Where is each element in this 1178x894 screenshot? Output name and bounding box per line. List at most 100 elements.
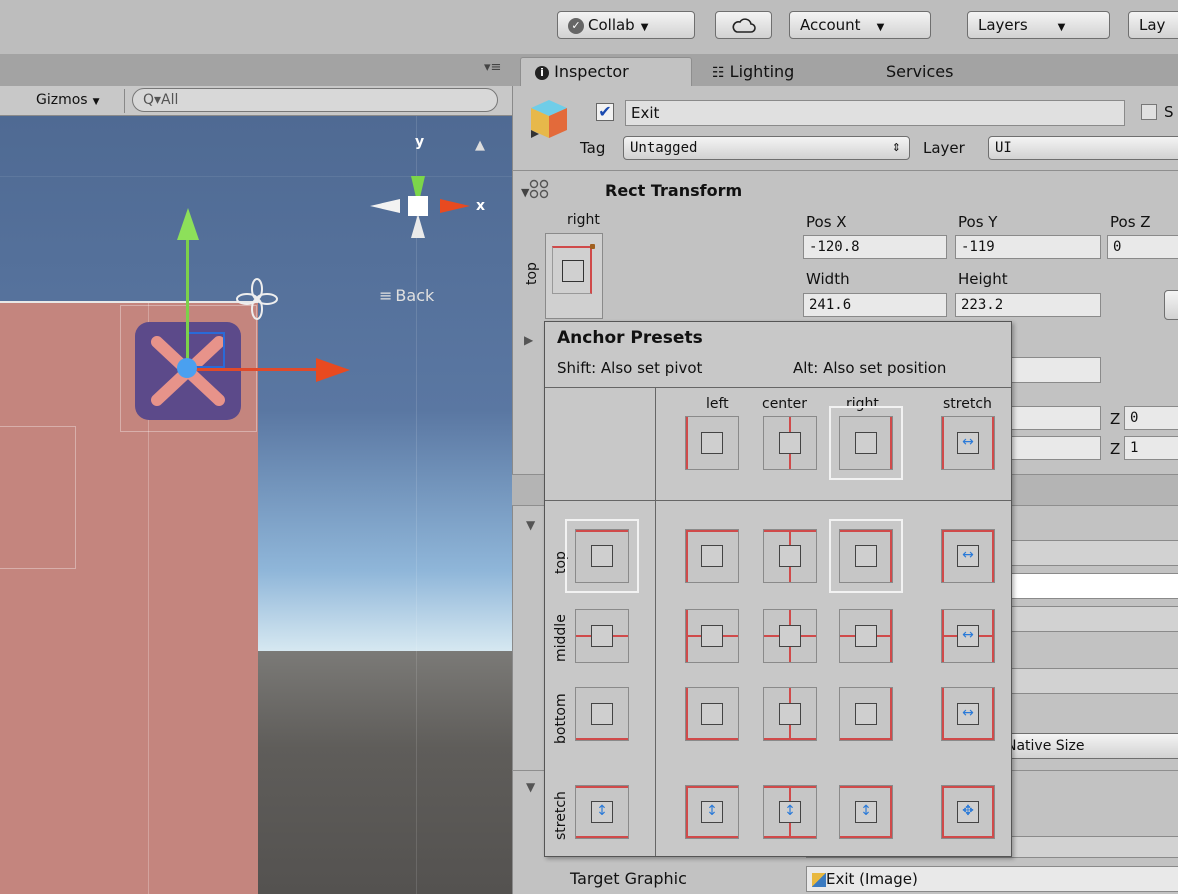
- gizmo-y-arrow-icon[interactable]: [175, 208, 201, 240]
- anchor-line: [992, 530, 994, 582]
- hidden-field[interactable]: [1005, 540, 1178, 566]
- anchor-line: [992, 688, 994, 740]
- pos-z-field[interactable]: 0: [1107, 235, 1178, 259]
- pos-z-label: Pos Z: [1110, 213, 1151, 231]
- anchor-preset-none-stretch[interactable]: ↔: [941, 416, 995, 470]
- target-graphic-field[interactable]: Exit (Image): [806, 866, 1178, 892]
- layer-dropdown[interactable]: UI: [988, 136, 1178, 160]
- popup-divider: [545, 500, 1011, 501]
- anchor-preset-none-right[interactable]: [829, 406, 903, 480]
- hint-pivot: Shift: Also set pivot: [557, 359, 703, 377]
- anchor-presets-popup: Anchor Presets Shift: Also set pivot Alt…: [544, 321, 1012, 857]
- layers-label: Layers: [978, 16, 1028, 34]
- anchor-preset-middle-right[interactable]: [839, 609, 893, 663]
- foldout-arrow-icon[interactable]: ▼: [526, 518, 535, 532]
- anchor-preset-middle-none[interactable]: [575, 609, 629, 663]
- anchor-line: [942, 786, 944, 838]
- scene-search-input[interactable]: Q▾All: [132, 88, 498, 112]
- anchor-preset-stretch-none[interactable]: ↕: [575, 785, 629, 839]
- anchor-rect: [855, 703, 877, 725]
- anchor-rect: [855, 432, 877, 454]
- section-divider: [512, 170, 1178, 171]
- anchor-preset-middle-left[interactable]: [685, 609, 739, 663]
- hidden-field[interactable]: [1005, 606, 1178, 632]
- row-header-top: top: [553, 551, 569, 574]
- anchor-preset-top-center[interactable]: [763, 529, 817, 583]
- hidden-field[interactable]: [1005, 406, 1101, 430]
- tab-lighting[interactable]: ☷ Lighting: [712, 58, 794, 86]
- anchor-preset-none-center[interactable]: [763, 416, 817, 470]
- gizmo-y-axis[interactable]: [186, 236, 189, 366]
- tag-dropdown[interactable]: Untagged ⇕: [623, 136, 910, 160]
- anchor-line: [942, 688, 944, 740]
- hidden-field[interactable]: [1005, 436, 1101, 460]
- toolbar-divider: [124, 89, 125, 113]
- rect-transform-icon: [529, 179, 549, 199]
- foldout-arrow-icon[interactable]: ▼: [526, 780, 535, 794]
- col-header-stretch: stretch: [943, 396, 992, 412]
- back-view-toggle[interactable]: ≡ Back: [379, 286, 434, 305]
- height-field[interactable]: 223.2: [955, 293, 1101, 317]
- orientation-gizmo-icon[interactable]: [368, 154, 474, 258]
- anchor-dot: [590, 244, 595, 249]
- dropdown-arrow-icon: ▼: [1057, 22, 1066, 33]
- hidden-field[interactable]: [1005, 668, 1178, 694]
- scene-view[interactable]: y x ▲ ≡ Back: [0, 116, 512, 894]
- gizmo-x-axis[interactable]: [188, 368, 318, 371]
- tab-services[interactable]: Services: [886, 58, 953, 86]
- col-header-left: left: [706, 396, 729, 412]
- anchor-preset-top-stretch[interactable]: ↔: [941, 529, 995, 583]
- lock-icon[interactable]: ▲: [475, 138, 485, 153]
- hidden-field[interactable]: [1005, 357, 1101, 383]
- width-field[interactable]: 241.6: [803, 293, 947, 317]
- anchor-preset-stretch-stretch[interactable]: ✥: [941, 785, 995, 839]
- anchor-preset-bottom-none[interactable]: [575, 687, 629, 741]
- anchor-line: [840, 738, 892, 740]
- anchor-preset-stretch-right[interactable]: ↕: [839, 785, 893, 839]
- pos-y-field[interactable]: -119: [955, 235, 1101, 259]
- set-native-size-button[interactable]: Native Size: [1003, 733, 1178, 759]
- anchor-preset-top-right[interactable]: [829, 519, 903, 593]
- anchor-preset-stretch-left[interactable]: ↕: [685, 785, 739, 839]
- anchor-preset-middle-stretch[interactable]: ↔: [941, 609, 995, 663]
- static-checkbox[interactable]: [1141, 104, 1157, 120]
- gizmo-x-arrow-icon[interactable]: [316, 358, 350, 382]
- anchor-preset-middle-center[interactable]: [763, 609, 817, 663]
- anchor-preset-stretch-center[interactable]: ↕: [763, 785, 817, 839]
- rotation-z-field[interactable]: 0: [1124, 406, 1178, 430]
- anchor-preset-button[interactable]: [545, 233, 603, 319]
- account-button[interactable]: Account ▼: [789, 11, 931, 39]
- foldout-arrow-icon[interactable]: ▶: [524, 333, 533, 347]
- object-name-field[interactable]: Exit: [625, 100, 1125, 126]
- pos-x-field[interactable]: -120.8: [803, 235, 947, 259]
- popup-divider: [545, 387, 1011, 388]
- panel-menu-icon[interactable]: ▾≡: [484, 60, 501, 75]
- anchor-rect: ↕: [779, 801, 801, 823]
- anchor-rect: [701, 432, 723, 454]
- collab-button[interactable]: ✓ Collab ▼: [557, 11, 695, 39]
- popup-divider: [655, 388, 656, 856]
- gizmos-dropdown[interactable]: Gizmos ▼: [36, 92, 100, 108]
- layout-button[interactable]: Lay: [1128, 11, 1178, 39]
- anchor-preset-top-left[interactable]: [685, 529, 739, 583]
- anchor-preset-none-left[interactable]: [685, 416, 739, 470]
- anchor-preset-bottom-right[interactable]: [839, 687, 893, 741]
- anchor-preset-top-none[interactable]: [565, 519, 639, 593]
- anchor-preset-bottom-center[interactable]: [763, 687, 817, 741]
- active-checkbox[interactable]: ✔: [596, 103, 614, 121]
- info-icon: i: [535, 65, 549, 80]
- anchor-preset-bottom-left[interactable]: [685, 687, 739, 741]
- anchor-rect: ↕: [701, 801, 723, 823]
- layers-button[interactable]: Layers ▼: [967, 11, 1110, 39]
- static-label: S: [1164, 103, 1174, 121]
- anchor-preset-bottom-stretch[interactable]: ↔: [941, 687, 995, 741]
- raw-edit-button[interactable]: [1164, 290, 1178, 320]
- color-field[interactable]: [1005, 573, 1178, 599]
- layout-label: Lay: [1139, 16, 1166, 34]
- anchor-presets-title: Anchor Presets: [557, 328, 703, 348]
- gizmo-center[interactable]: [177, 358, 197, 378]
- cloud-button[interactable]: [715, 11, 772, 39]
- anchor-line: [942, 417, 944, 469]
- search-icon: Q▾: [143, 92, 162, 108]
- scale-z-field[interactable]: 1: [1124, 436, 1178, 460]
